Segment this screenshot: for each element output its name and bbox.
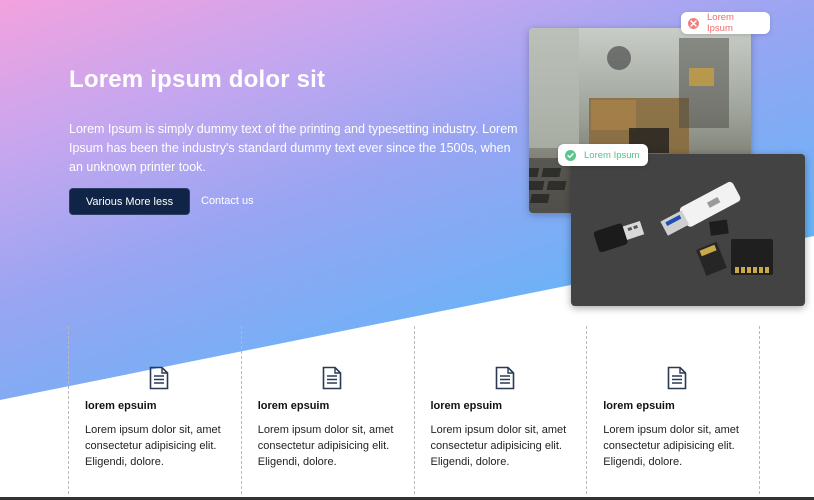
feature-text: Lorem ipsum dolor sit, amet consectetur … xyxy=(85,424,221,468)
feature-card: lorem epsuim Lorem ipsum dolor sit, amet… xyxy=(586,326,760,494)
document-icon xyxy=(667,366,687,390)
feature-text: Lorem ipsum dolor sit, amet consectetur … xyxy=(257,424,394,468)
feature-title: lorem epsuim xyxy=(85,400,157,412)
document-icon xyxy=(322,366,342,390)
error-badge: Lorem Ipsum xyxy=(681,12,770,34)
hero-title: Lorem ipsum dolor sit xyxy=(69,66,326,93)
feature-card: lorem epsuim Lorem ipsum dolor sit, amet… xyxy=(68,326,241,494)
contact-us-link[interactable]: Contact us xyxy=(201,195,254,207)
document-icon xyxy=(149,366,169,390)
feature-card: lorem epsuim Lorem ipsum dolor sit, amet… xyxy=(240,326,414,494)
success-badge-label: Lorem Ipsum xyxy=(584,149,640,161)
feature-title: lorem epsuim xyxy=(603,400,675,412)
feature-text: Lorem ipsum dolor sit, amet consectetur … xyxy=(430,424,567,468)
feature-card: lorem epsuim Lorem ipsum dolor sit, amet… xyxy=(413,326,587,494)
document-icon xyxy=(495,366,514,390)
usb-sd-cards-photo xyxy=(571,154,805,306)
hero-description: Lorem Ipsum is simply dummy text of the … xyxy=(69,122,518,174)
features-section: lorem epsuim Lorem ipsum dolor sit, amet… xyxy=(68,326,760,494)
success-badge: Lorem Ipsum xyxy=(558,144,648,166)
check-icon xyxy=(565,149,576,161)
error-badge-label: Lorem Ipsum xyxy=(707,12,734,34)
various-more-button[interactable]: Various More less xyxy=(69,188,190,215)
feature-title: lorem epsuim xyxy=(257,400,330,412)
feature-text: Lorem ipsum dolor sit, amet consectetur … xyxy=(603,424,739,468)
feature-title: lorem epsuim xyxy=(430,400,503,412)
close-icon xyxy=(688,17,699,29)
